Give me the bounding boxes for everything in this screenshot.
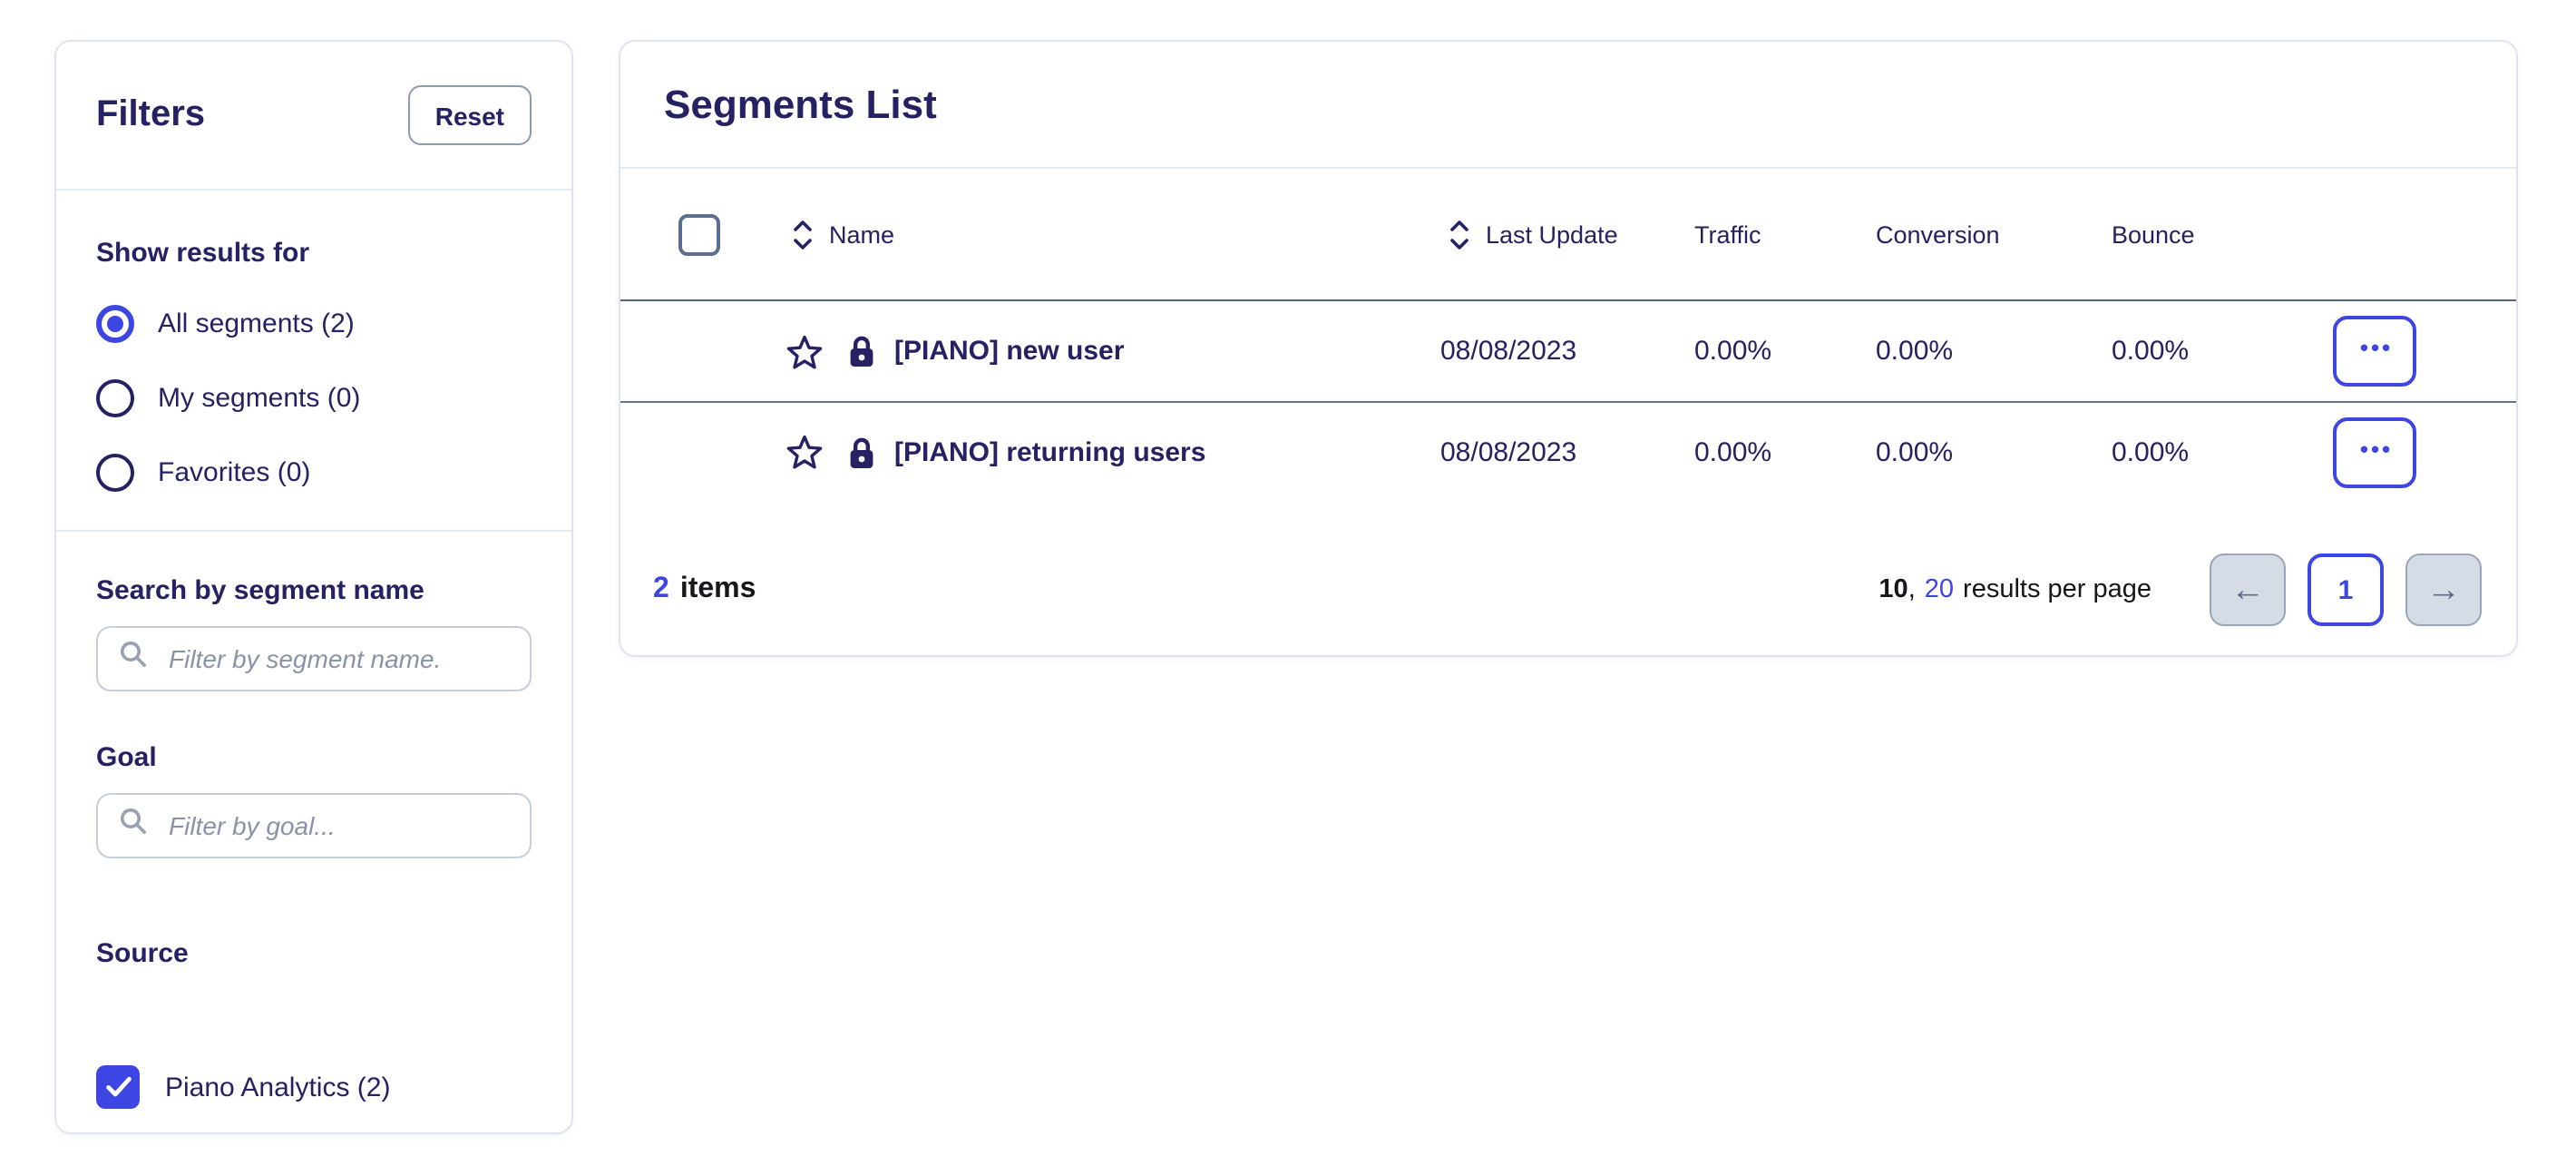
column-header-bounce: Bounce xyxy=(2104,220,2313,248)
arrow-right-icon: → xyxy=(2426,573,2461,607)
last-update-cell: 08/08/2023 xyxy=(1433,436,1687,467)
items-count-number: 2 xyxy=(653,573,669,604)
section-divider xyxy=(56,530,571,532)
radio-my-segments-label: My segments (0) xyxy=(158,382,360,413)
per-page-separator: , xyxy=(1908,575,1916,604)
select-all-checkbox[interactable] xyxy=(678,213,720,255)
per-page-10: 10 xyxy=(1878,575,1908,604)
traffic-cell: 0.00% xyxy=(1687,336,1869,367)
radio-my-segments[interactable]: My segments (0) xyxy=(96,377,532,417)
sort-icon xyxy=(1449,219,1469,250)
column-header-conversion: Conversion xyxy=(1869,220,2104,248)
page-title: Segments List xyxy=(664,81,937,128)
radio-selected-icon xyxy=(96,304,134,342)
filters-header: Filters Reset xyxy=(56,42,571,191)
results-per-page: 10, 20 results per page xyxy=(1878,575,2152,604)
segments-list-panel: Segments List Name Last Update Traffic C… xyxy=(619,40,2518,657)
table-row: [PIANO] new user 08/08/2023 0.00% 0.00% … xyxy=(620,301,2516,401)
radio-favorites[interactable]: Favorites (0) xyxy=(96,452,532,492)
table-row: [PIANO] returning users 08/08/2023 0.00%… xyxy=(620,401,2516,501)
segment-name-link[interactable]: [PIANO] new user xyxy=(894,336,1124,367)
page-1-button[interactable]: 1 xyxy=(2308,554,2384,626)
row-actions-menu-button[interactable]: ••• xyxy=(2333,416,2416,487)
search-icon xyxy=(118,806,149,846)
actions-cell: ••• xyxy=(2313,416,2516,487)
filters-title: Filters xyxy=(96,94,205,136)
segment-name-link[interactable]: [PIANO] returning users xyxy=(894,436,1205,467)
segments-list-header: Segments List xyxy=(620,42,2516,169)
checked-checkbox-icon xyxy=(96,1065,140,1109)
search-heading: Search by segment name xyxy=(96,575,532,606)
bounce-cell: 0.00% xyxy=(2104,436,2313,467)
source-heading: Source xyxy=(96,938,532,969)
bounce-cell: 0.00% xyxy=(2104,336,2313,367)
radio-unselected-icon xyxy=(96,378,134,416)
column-header-name[interactable]: Name xyxy=(775,219,1433,250)
page: Filters Reset Show results for All segme… xyxy=(0,0,2576,1156)
goal-heading: Goal xyxy=(96,742,532,773)
column-label-name: Name xyxy=(829,220,894,248)
favorite-star-icon[interactable] xyxy=(785,434,824,470)
items-count: 2 items xyxy=(653,573,756,606)
row-actions-menu-button[interactable]: ••• xyxy=(2333,316,2416,387)
favorite-star-icon[interactable] xyxy=(785,333,824,369)
column-header-traffic: Traffic xyxy=(1687,220,1869,248)
previous-page-button[interactable]: ← xyxy=(2210,554,2286,626)
reset-button[interactable]: Reset xyxy=(408,85,532,145)
per-page-20-link[interactable]: 20 xyxy=(1925,575,1954,604)
lock-icon xyxy=(847,435,876,469)
table-header-row: Name Last Update Traffic Conversion Boun… xyxy=(620,169,2516,301)
traffic-cell: 0.00% xyxy=(1687,436,1869,467)
source-piano-analytics-checkbox-row[interactable]: Piano Analytics (2) xyxy=(96,1065,532,1109)
items-count-label: items xyxy=(680,573,756,604)
filters-panel: Filters Reset Show results for All segme… xyxy=(54,40,573,1134)
last-update-cell: 08/08/2023 xyxy=(1433,336,1687,367)
segment-name-cell: [PIANO] returning users xyxy=(775,434,1433,470)
segment-name-search-box xyxy=(96,626,532,691)
per-page-suffix: results per page xyxy=(1963,575,2152,604)
segment-name-search-input[interactable] xyxy=(165,642,510,675)
header-checkbox-cell xyxy=(620,213,775,255)
show-results-heading: Show results for xyxy=(96,238,532,269)
conversion-cell: 0.00% xyxy=(1869,336,2104,367)
conversion-cell: 0.00% xyxy=(1869,436,2104,467)
goal-search-box xyxy=(96,793,532,858)
radio-unselected-icon xyxy=(96,453,134,491)
segment-name-cell: [PIANO] new user xyxy=(775,333,1433,369)
actions-cell: ••• xyxy=(2313,316,2516,387)
column-label-last-update: Last Update xyxy=(1486,220,1618,248)
radio-all-segments-label: All segments (2) xyxy=(158,308,355,338)
lock-icon xyxy=(847,334,876,368)
radio-favorites-label: Favorites (0) xyxy=(158,456,310,487)
arrow-left-icon: ← xyxy=(2230,573,2265,607)
search-icon xyxy=(118,639,149,679)
goal-search-input[interactable] xyxy=(165,809,510,842)
table-footer: 2 items 10, 20 results per page ← 1 → xyxy=(620,524,2516,655)
pagination-controls: 10, 20 results per page ← 1 → xyxy=(1878,554,2482,626)
sort-icon xyxy=(793,219,813,250)
column-header-last-update[interactable]: Last Update xyxy=(1433,219,1687,250)
source-piano-analytics-label: Piano Analytics (2) xyxy=(165,1072,390,1102)
next-page-button[interactable]: → xyxy=(2405,554,2482,626)
filters-body: Show results for All segments (2) My seg… xyxy=(56,238,571,1109)
radio-all-segments[interactable]: All segments (2) xyxy=(96,303,532,343)
